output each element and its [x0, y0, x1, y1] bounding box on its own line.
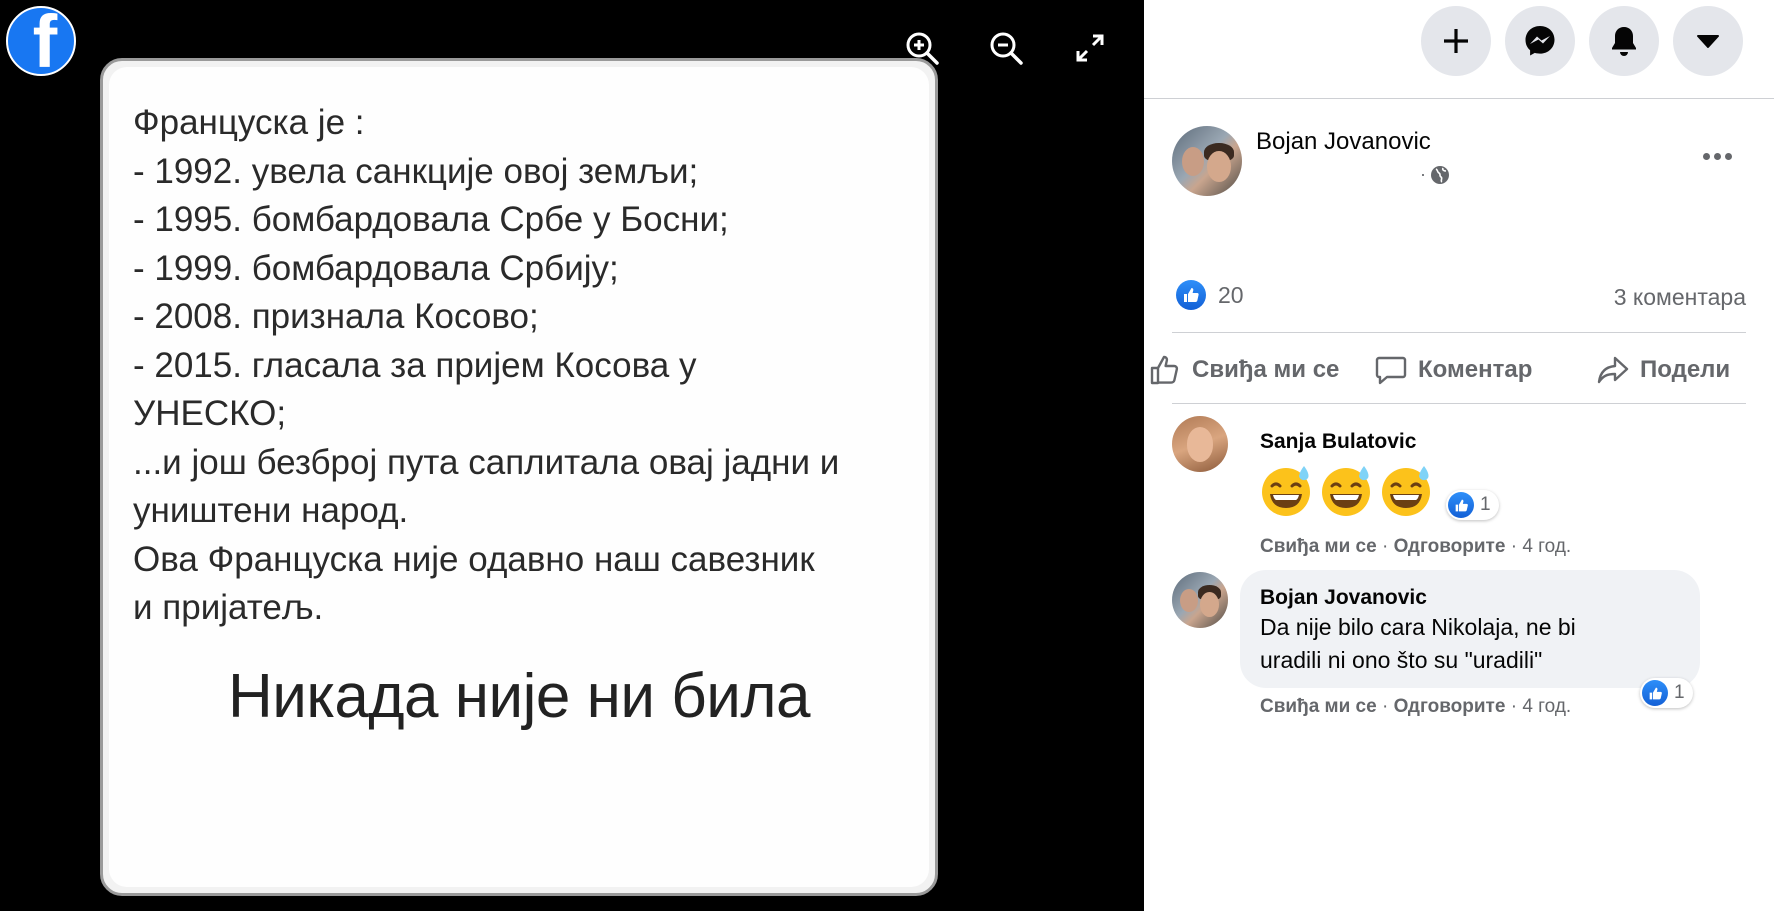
author-avatar[interactable] — [1172, 126, 1242, 196]
like-reaction-icon — [1176, 280, 1206, 310]
post-panel — [1144, 0, 1774, 911]
actions-top-divider — [1172, 332, 1746, 333]
like-reaction-icon — [1642, 680, 1668, 706]
comment-icon — [1375, 356, 1407, 385]
photo-text-line: - 1999. бомбардовала Србију; — [133, 248, 619, 288]
actions-bottom-divider — [1172, 403, 1746, 404]
post-photo: Француска је : - 1992. увела санкције ов… — [100, 58, 938, 896]
photo-text-line: Француска је : — [133, 103, 365, 142]
like-count: 20 — [1218, 281, 1244, 308]
plus-icon — [1444, 29, 1468, 53]
header-divider — [1144, 98, 1774, 99]
facebook-logo-letter: f — [32, 6, 58, 76]
like-button-label: Свиђа ми се — [1192, 356, 1340, 383]
create-button[interactable] — [1421, 6, 1491, 76]
photo-text-line: - 2015. гласала за пријем Косова у — [133, 345, 697, 385]
reaction-count: 1 — [1674, 682, 1685, 703]
grinning-sweat-emoji — [1382, 466, 1430, 516]
photo-text-line: - 2008. признала Косово; — [133, 297, 539, 336]
messenger-icon — [1525, 26, 1555, 56]
comment-text-line: uradili ni ono što su "uradili" — [1260, 647, 1543, 673]
comment-actions: Свиђа ми се · Одговорите · 4 год. — [1260, 696, 1572, 717]
bell-icon — [1612, 27, 1636, 56]
photo-text-line: - 1992. увела санкције овој земљи; — [133, 151, 699, 191]
caret-down-icon — [1697, 35, 1719, 48]
comment-like-link[interactable]: Свиђа ми се — [1260, 536, 1377, 557]
like-reaction-icon — [1448, 492, 1474, 518]
fullscreen-icon[interactable] — [1068, 26, 1112, 70]
notifications-button[interactable] — [1589, 6, 1659, 76]
photo-viewer: f Француска је : - 1992. увела санкције … — [0, 0, 1144, 911]
commenter-avatar[interactable] — [1172, 572, 1228, 628]
post-meta: · — [1420, 164, 1450, 185]
comment-author[interactable]: Sanja Bulatovic — [1260, 430, 1416, 454]
reaction-count: 1 — [1480, 494, 1491, 515]
like-button[interactable]: Свиђа ми се — [1148, 352, 1339, 388]
post-options-button[interactable] — [1692, 138, 1742, 174]
comment-count-link[interactable]: 3 коментара — [1614, 284, 1746, 311]
messenger-button[interactable] — [1505, 6, 1575, 76]
comment-button-label: Коментар — [1418, 356, 1533, 383]
comment-reaction-count[interactable]: 1 — [1640, 678, 1693, 708]
share-icon — [1597, 356, 1629, 384]
grinning-sweat-emoji — [1322, 466, 1370, 516]
photo-text-line: и пријатељ. — [133, 588, 324, 627]
photo-text-block: Француска је : - 1992. увела санкције ов… — [133, 99, 933, 633]
facebook-logo[interactable]: f — [6, 6, 76, 76]
zoom-out-icon[interactable] — [984, 26, 1028, 70]
share-button[interactable]: Подели — [1596, 352, 1730, 388]
comment-time[interactable]: 4 год. — [1522, 696, 1571, 717]
photo-text-line: ...и још безброј пута саплитала овај јад… — [133, 442, 840, 482]
meta-separator: · — [1420, 164, 1426, 184]
account-menu-button[interactable] — [1673, 6, 1743, 76]
comment-time[interactable]: 4 год. — [1522, 536, 1571, 557]
photo-text-line: Ова Француска није одавно наш савезник — [133, 539, 815, 579]
globe-icon[interactable] — [1430, 165, 1450, 185]
comment-reply-link[interactable]: Одговорите — [1394, 536, 1506, 557]
comment-author[interactable]: Bojan Jovanovic — [1260, 586, 1427, 610]
comment-text-line: Da nije bilo cara Nikolaja, ne bi — [1260, 614, 1576, 640]
photo-text-line: уништени народ. — [133, 491, 409, 530]
post-author-name[interactable]: Bojan Jovanovic — [1256, 128, 1431, 156]
comment-actions: Свиђа ми се · Одговорите · 4 год. — [1260, 536, 1572, 557]
photo-text-line: УНЕСКО; — [133, 394, 287, 433]
comment-reply-link[interactable]: Одговорите — [1394, 696, 1506, 717]
photo-post-page: f Француска је : - 1992. увела санкције … — [0, 0, 1774, 911]
comment-like-link[interactable]: Свиђа ми се — [1260, 696, 1377, 717]
photo-caption: Никада није ни била — [227, 662, 811, 731]
grinning-sweat-emoji — [1262, 466, 1310, 516]
commenter-avatar[interactable] — [1172, 416, 1228, 472]
thumbs-up-icon — [1150, 355, 1179, 385]
share-button-label: Подели — [1640, 356, 1731, 383]
comment-reaction-count[interactable]: 1 — [1446, 490, 1499, 520]
photo-text-line: - 1995. бомбардовала Србе у Босни; — [133, 200, 729, 239]
reaction-summary[interactable]: 20 — [1176, 280, 1244, 310]
comment-button[interactable]: Коментар — [1374, 352, 1532, 388]
